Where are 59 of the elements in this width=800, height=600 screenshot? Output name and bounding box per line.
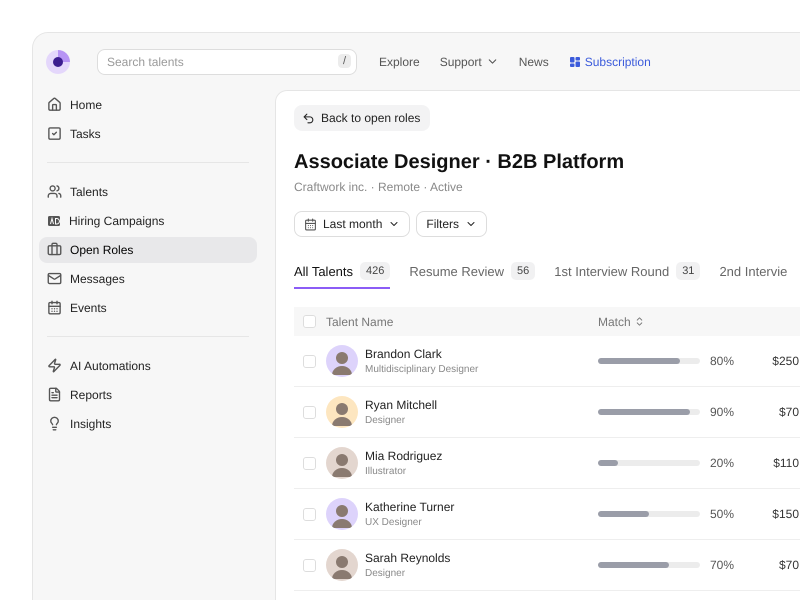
lightning-icon (47, 358, 62, 373)
home-icon (47, 97, 62, 112)
salary: $70 (778, 558, 799, 572)
tab[interactable]: 1st Interview Round 31 (554, 257, 700, 289)
logo-icon (45, 48, 71, 74)
users-icon (47, 184, 62, 199)
checkbox[interactable] (303, 354, 316, 368)
talent-name: Sarah Reynolds (365, 551, 450, 565)
lightbulb-icon (47, 416, 62, 431)
talent-role: Designer (365, 568, 406, 579)
checkbox[interactable] (303, 558, 316, 572)
match-percent: 20% (710, 456, 734, 470)
undo-icon (302, 112, 315, 124)
count-badge: 56 (511, 262, 536, 280)
briefcase-icon (47, 242, 62, 257)
checkbox[interactable] (303, 508, 316, 520)
salary: $70 (778, 405, 799, 419)
filter-dropdown[interactable]: Filters (416, 211, 488, 237)
nav-link[interactable]: News (518, 54, 549, 68)
page-subtitle: Craftwork inc. · Remote · Active (294, 180, 464, 194)
ad-icon (47, 214, 61, 228)
checkbox-icon (47, 126, 62, 141)
column-header[interactable]: Talent Name (326, 314, 598, 328)
nav-link[interactable]: Explore (379, 54, 420, 68)
salary: $110 (773, 456, 799, 470)
talent-role: Illustrator (365, 466, 408, 477)
talent-role: UX Designer (365, 517, 423, 528)
mail-icon (47, 271, 62, 286)
talent-name: Katherine Turner (365, 500, 454, 514)
page-title: Associate Designer · B2B Platform (294, 151, 626, 174)
count-badge: 426 (360, 262, 390, 280)
sidebar-item[interactable]: Open Roles (39, 236, 257, 262)
talent-name: Mia Rodriguez (365, 449, 442, 463)
column-header[interactable]: Match (598, 314, 710, 328)
salary: $250 (772, 354, 799, 368)
match-percent: 80% (710, 354, 734, 368)
salary: $150 (772, 507, 799, 521)
talent-name: Ryan Mitchell (365, 398, 438, 412)
calendar-icon (47, 300, 62, 315)
talent-role: Multidisciplinary Designer (365, 364, 478, 375)
calendar-icon (304, 218, 317, 230)
match-percent: 90% (710, 405, 734, 419)
nav-link[interactable]: Subscription (568, 54, 651, 68)
match-percent: 50% (710, 507, 734, 521)
document-icon (47, 387, 62, 402)
talent-role: Designer (365, 415, 406, 426)
checkbox[interactable] (303, 315, 316, 328)
tab[interactable]: 2nd Intervie (719, 257, 788, 289)
match-percent: 70% (710, 558, 734, 572)
dashboard-icon (568, 56, 581, 68)
nav-link[interactable]: Support (440, 54, 499, 68)
checkbox[interactable] (303, 456, 316, 470)
count-badge: 31 (676, 262, 700, 280)
talent-name: Brandon Clark (365, 347, 443, 361)
tab[interactable]: All Talents 426 (294, 257, 390, 289)
tab[interactable]: Resume Review 56 (409, 257, 536, 289)
back-button[interactable]: Back to open roles (294, 105, 430, 131)
filter-dropdown[interactable]: Last month (294, 211, 410, 237)
checkbox[interactable] (303, 406, 316, 418)
